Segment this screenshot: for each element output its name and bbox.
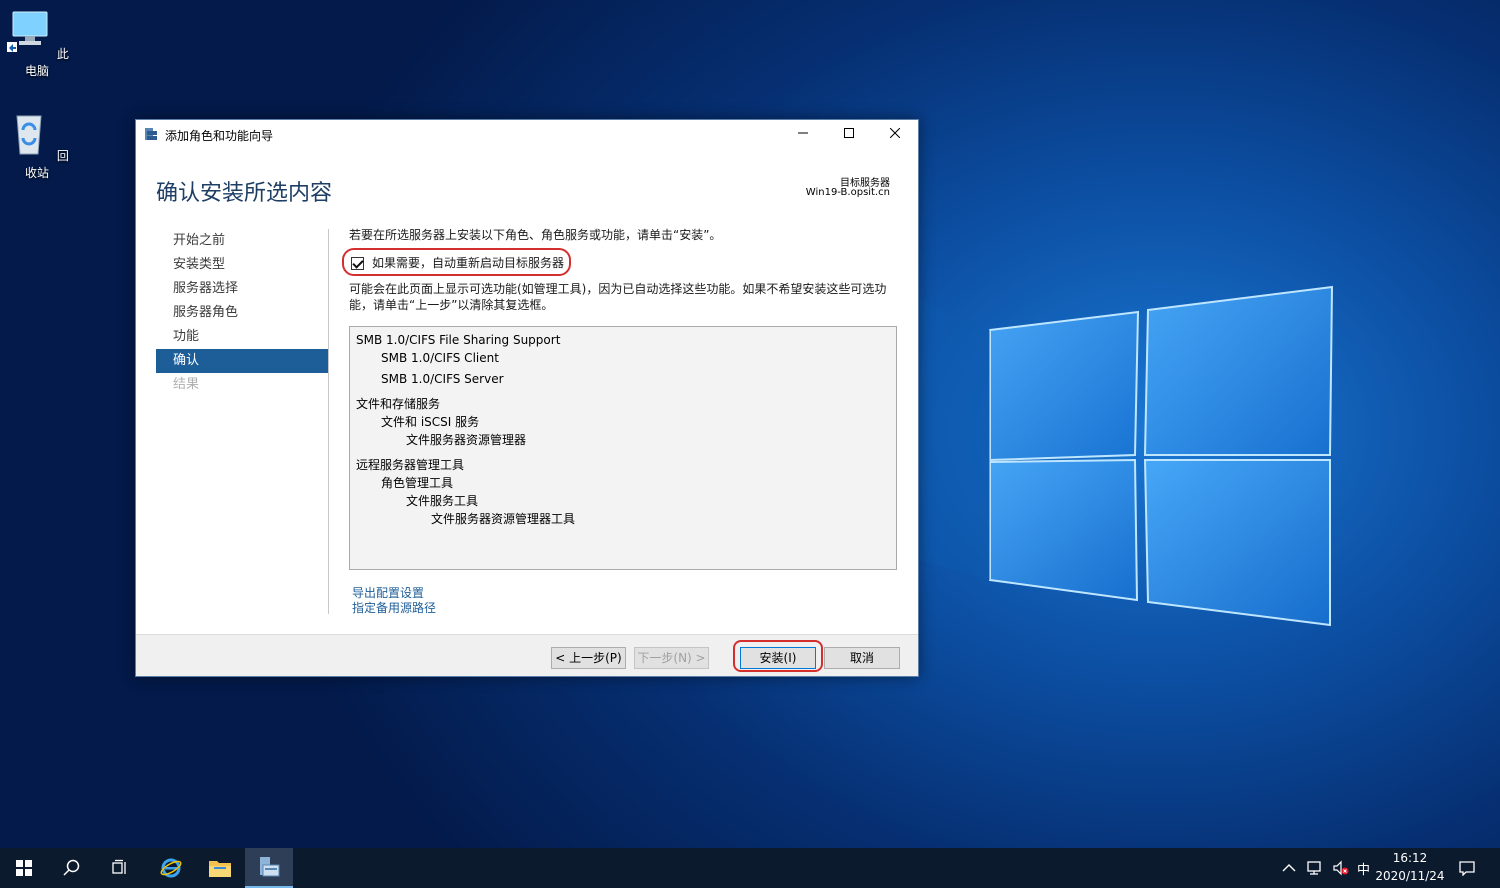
intro-text: 若要在所选服务器上安装以下角色、角色服务或功能，请单击“安装”。: [349, 228, 722, 242]
restart-checkbox[interactable]: [351, 256, 364, 270]
target-server-name: Win19-B.opsit.cn: [805, 187, 890, 198]
list-item: SMB 1.0/CIFS Client: [381, 351, 499, 365]
desktop-icon-recycle-bin[interactable]: 回收站: [1, 110, 73, 181]
list-gap: [350, 388, 896, 395]
start-button[interactable]: [0, 848, 48, 888]
taskbar-server-manager[interactable]: [245, 848, 293, 888]
taskbar-file-explorer[interactable]: [196, 848, 244, 888]
chevron-up-icon: [1282, 864, 1296, 872]
window-title: 添加角色和功能向导: [165, 129, 274, 143]
features-list[interactable]: SMB 1.0/CIFS File Sharing Support SMB 1.…: [349, 326, 897, 570]
list-item: 远程服务器管理工具: [356, 458, 465, 472]
nav-item-results: 结果: [173, 377, 200, 392]
previous-button[interactable]: < 上一步(P): [551, 647, 626, 669]
cancel-button[interactable]: 取消: [824, 647, 900, 669]
tray-overflow-button[interactable]: [1282, 848, 1296, 888]
minimize-button[interactable]: [780, 120, 826, 148]
nav-divider: [328, 229, 329, 614]
nav-item-server-selection[interactable]: 服务器选择: [156, 277, 328, 301]
nav-item-features[interactable]: 功能: [156, 325, 328, 349]
desktop-icon-this-pc[interactable]: 此电脑: [1, 8, 73, 79]
install-button[interactable]: 安装(I): [740, 647, 816, 669]
maximize-button[interactable]: [826, 120, 872, 148]
maximize-icon: [844, 128, 854, 138]
list-item: 文件服务工具: [406, 494, 479, 508]
alternate-source-path-link[interactable]: 指定备用源路径: [352, 599, 436, 616]
taskbar-internet-explorer[interactable]: [147, 848, 195, 888]
nav-item-installation-type[interactable]: 安装类型: [156, 253, 328, 277]
task-view-button[interactable]: [96, 848, 144, 888]
list-gap: [350, 449, 896, 456]
search-icon: [63, 859, 80, 876]
wizard-content: 若要在所选服务器上安装以下角色、角色服务或功能，请单击“安装”。 如果需要，自动…: [342, 227, 909, 615]
search-button[interactable]: [48, 848, 96, 888]
input-language-indicator[interactable]: 中: [1357, 848, 1370, 888]
wizard-footer: < 上一步(P) 下一步(N) > 安装(I) 取消: [136, 634, 918, 676]
page-title: 确认安装所选内容: [156, 181, 333, 206]
minimize-icon: [798, 132, 808, 134]
window-titlebar[interactable]: 添加角色和功能向导: [136, 120, 918, 148]
nav-item-server-roles[interactable]: 服务器角色: [156, 301, 328, 325]
nav-item-before-you-begin[interactable]: 开始之前: [156, 229, 328, 253]
list-item: SMB 1.0/CIFS File Sharing Support: [356, 333, 561, 347]
recycle-bin-icon: [16, 115, 42, 155]
volume-muted-icon: [1333, 860, 1349, 876]
tray-volume[interactable]: [1332, 848, 1350, 888]
close-button[interactable]: [872, 120, 918, 148]
wizard-nav: 开始之前 安装类型 服务器选择 服务器角色 功能 确认 结果: [156, 229, 328, 397]
nav-item-confirmation[interactable]: 确认: [156, 349, 328, 373]
restart-checkbox-row[interactable]: 如果需要，自动重新启动目标服务器: [349, 251, 564, 275]
folder-icon: [209, 861, 231, 877]
clock-time[interactable]: 16:12: [1388, 851, 1432, 865]
list-item: 文件服务器资源管理器工具: [431, 512, 576, 526]
restart-checkbox-label[interactable]: 如果需要，自动重新启动目标服务器: [372, 255, 564, 271]
taskbar: 中 16:12 2020/11/24: [0, 848, 1500, 888]
optional-features-note: 可能会在此页面上显示可选功能(如管理工具)，因为已自动选择这些功能。如果不希望安…: [349, 282, 887, 312]
server-manager-icon: [260, 857, 280, 877]
tray-network[interactable]: [1306, 848, 1324, 888]
network-icon: [1307, 861, 1321, 875]
list-item: 文件服务器资源管理器: [406, 433, 527, 447]
task-view-icon: [112, 859, 126, 874]
server-manager-icon: [145, 128, 157, 140]
computer-icon: [7, 11, 48, 52]
notification-icon: [1459, 861, 1475, 876]
next-button: 下一步(N) >: [634, 647, 709, 669]
clock-date[interactable]: 2020/11/24: [1372, 869, 1448, 883]
add-roles-wizard-window: 添加角色和功能向导 确认安装所选内容 目标服务器 Win19-B.opsit.c…: [135, 119, 919, 677]
close-icon: [889, 127, 901, 139]
windows-logo-icon: [16, 860, 32, 876]
list-item: SMB 1.0/CIFS Server: [381, 372, 504, 386]
internet-explorer-icon: [160, 858, 182, 878]
list-item: 文件和存储服务: [356, 397, 441, 411]
list-item: 文件和 iSCSI 服务: [381, 415, 480, 429]
action-center-button[interactable]: [1458, 848, 1476, 888]
list-item: 角色管理工具: [381, 476, 454, 490]
